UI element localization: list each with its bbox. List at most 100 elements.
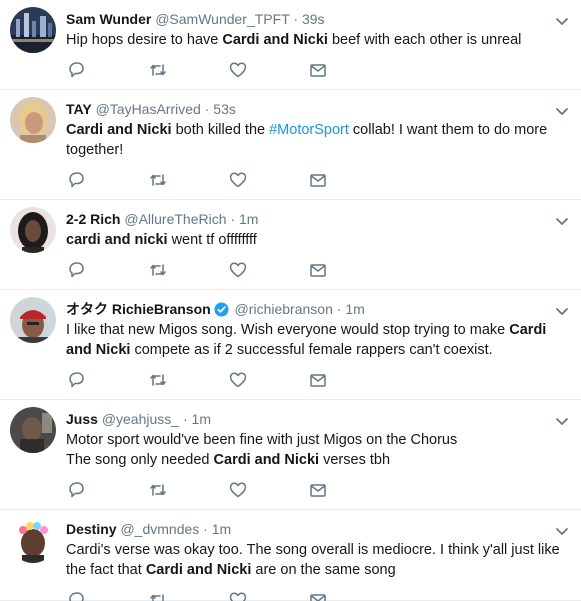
text-segment: compete as if 2 successful female rapper… — [130, 342, 493, 358]
tweet-header: Sam Wunder @SamWunder_TPFT · 39s — [66, 10, 541, 28]
message-icon[interactable] — [308, 370, 328, 390]
tweet-text: I like that new Migos song. Wish everyon… — [66, 320, 571, 360]
user-handle[interactable]: @yeahjuss_ — [102, 411, 179, 427]
tweet-actions — [66, 260, 366, 282]
display-name[interactable]: オタク RichieBranson — [66, 301, 211, 317]
man-red-cap-avatar[interactable] — [10, 297, 56, 343]
user-handle[interactable]: @AllureTheRich — [124, 211, 226, 227]
display-name[interactable]: TAY — [66, 101, 92, 117]
timestamp[interactable]: 1m — [192, 411, 211, 427]
reply-icon[interactable] — [66, 370, 86, 390]
separator-dot: · — [203, 521, 208, 537]
display-name[interactable]: 2-2 Rich — [66, 211, 120, 227]
retweet-icon[interactable] — [148, 590, 168, 601]
message-icon[interactable] — [308, 260, 328, 280]
separator-dot: · — [204, 101, 210, 117]
highlighted-term: Cardi and Nicki — [145, 562, 252, 578]
reply-icon[interactable] — [66, 170, 86, 190]
like-icon[interactable] — [228, 480, 248, 500]
tweet-text: Cardi and Nicki both killed the #MotorSp… — [66, 120, 571, 160]
tweet-text: cardi and nicki went tf offffffff — [66, 230, 571, 250]
display-name[interactable]: Juss — [66, 411, 98, 427]
reply-icon[interactable] — [66, 590, 86, 601]
timestamp[interactable]: 39s — [302, 11, 325, 27]
reply-icon[interactable] — [66, 480, 86, 500]
chevron-down-icon[interactable] — [555, 214, 569, 225]
text-segment: both killed the — [171, 122, 270, 138]
retweet-icon[interactable] — [148, 370, 168, 390]
verified-badge-icon — [214, 302, 229, 321]
reply-icon[interactable] — [66, 260, 86, 280]
text-segment: went tf offffffff — [167, 232, 257, 248]
text-segment: I like that new Migos song. Wish everyon… — [66, 322, 510, 338]
message-icon[interactable] — [308, 590, 328, 601]
woman-flower-crown-avatar[interactable] — [10, 517, 56, 563]
tweet[interactable]: TAY @TayHasArrived · 53s Cardi and Nicki … — [0, 90, 581, 200]
tweet-actions — [66, 170, 366, 192]
tweet[interactable]: Destiny @_dvmndes · 1m Cardi's verse was … — [0, 510, 581, 601]
user-handle[interactable]: @richiebranson — [235, 301, 333, 317]
highlighted-term: Cardi and Nicki — [213, 452, 320, 468]
tweet-header: 2-2 Rich @AllureTheRich · 1m — [66, 210, 541, 228]
like-icon[interactable] — [228, 170, 248, 190]
like-icon[interactable] — [228, 370, 248, 390]
tweet-text: Hip hops desire to have Cardi and Nicki … — [66, 30, 571, 50]
retweet-icon[interactable] — [148, 60, 168, 80]
like-icon[interactable] — [228, 590, 248, 601]
tweet-text: Cardi's verse was okay too. The song ove… — [66, 540, 571, 580]
tweet-actions — [66, 60, 366, 82]
city-night-avatar[interactable] — [10, 7, 56, 53]
user-handle[interactable]: @SamWunder_TPFT — [155, 11, 289, 27]
chevron-down-icon[interactable] — [555, 14, 569, 25]
tweet[interactable]: Juss @yeahjuss_ · 1m Motor sport would've… — [0, 400, 581, 510]
tweet-actions — [66, 370, 366, 392]
woman-dark-hair-avatar[interactable] — [10, 207, 56, 253]
retweet-icon[interactable] — [148, 260, 168, 280]
tweet-header: オタク RichieBranson @richiebranson · 1m — [66, 300, 541, 321]
man-dark-photo-avatar[interactable] — [10, 407, 56, 453]
hashtag-link[interactable]: #MotorSport — [269, 122, 349, 138]
text-segment: verses tbh — [319, 452, 391, 468]
user-handle[interactable]: @_dvmndes — [120, 521, 199, 537]
like-icon[interactable] — [228, 260, 248, 280]
timestamp[interactable]: 1m — [239, 211, 258, 227]
highlighted-term: Cardi and Nicki — [222, 32, 328, 48]
message-icon[interactable] — [308, 60, 328, 80]
separator-dot: · — [230, 211, 236, 227]
highlighted-term: Cardi and Nicki — [66, 122, 172, 138]
separator-dot: · — [182, 411, 188, 427]
reply-icon[interactable] — [66, 60, 86, 80]
like-icon[interactable] — [228, 60, 248, 80]
chevron-down-icon[interactable] — [555, 524, 569, 535]
separator-dot: · — [336, 301, 342, 317]
timestamp[interactable]: 1m — [345, 301, 364, 317]
display-name[interactable]: Destiny — [66, 521, 117, 537]
user-handle[interactable]: @TayHasArrived — [96, 101, 201, 117]
tweet-actions — [66, 480, 366, 502]
chevron-down-icon[interactable] — [555, 104, 569, 115]
tweet-feed: Sam Wunder @SamWunder_TPFT · 39s Hip hops… — [0, 0, 581, 601]
timestamp[interactable]: 1m — [212, 521, 231, 537]
text-segment: Motor sport would've been fine with just… — [66, 432, 458, 448]
message-icon[interactable] — [308, 480, 328, 500]
text-segment: are on the same song — [251, 562, 396, 578]
tweet-header: Juss @yeahjuss_ · 1m — [66, 410, 541, 428]
text-segment: beef with each other is unreal — [327, 32, 522, 48]
tweet[interactable]: 2-2 Rich @AllureTheRich · 1m cardi and ni… — [0, 200, 581, 290]
retweet-icon[interactable] — [148, 170, 168, 190]
message-icon[interactable] — [308, 170, 328, 190]
text-segment: The song only needed — [66, 452, 214, 468]
tweet-header: Destiny @_dvmndes · 1m — [66, 520, 541, 538]
tweet[interactable]: オタク RichieBranson @richiebranson · 1m I l… — [0, 290, 581, 400]
text-segment: Hip hops desire to have — [66, 32, 223, 48]
woman-blonde-avatar[interactable] — [10, 97, 56, 143]
display-name[interactable]: Sam Wunder — [66, 11, 151, 27]
retweet-icon[interactable] — [148, 480, 168, 500]
chevron-down-icon[interactable] — [555, 304, 569, 315]
timestamp[interactable]: 53s — [213, 101, 236, 117]
tweet-text: Motor sport would've been fine with just… — [66, 430, 571, 470]
tweet-header: TAY @TayHasArrived · 53s — [66, 100, 541, 118]
separator-dot: · — [293, 11, 299, 27]
chevron-down-icon[interactable] — [555, 414, 569, 425]
tweet[interactable]: Sam Wunder @SamWunder_TPFT · 39s Hip hops… — [0, 0, 581, 90]
